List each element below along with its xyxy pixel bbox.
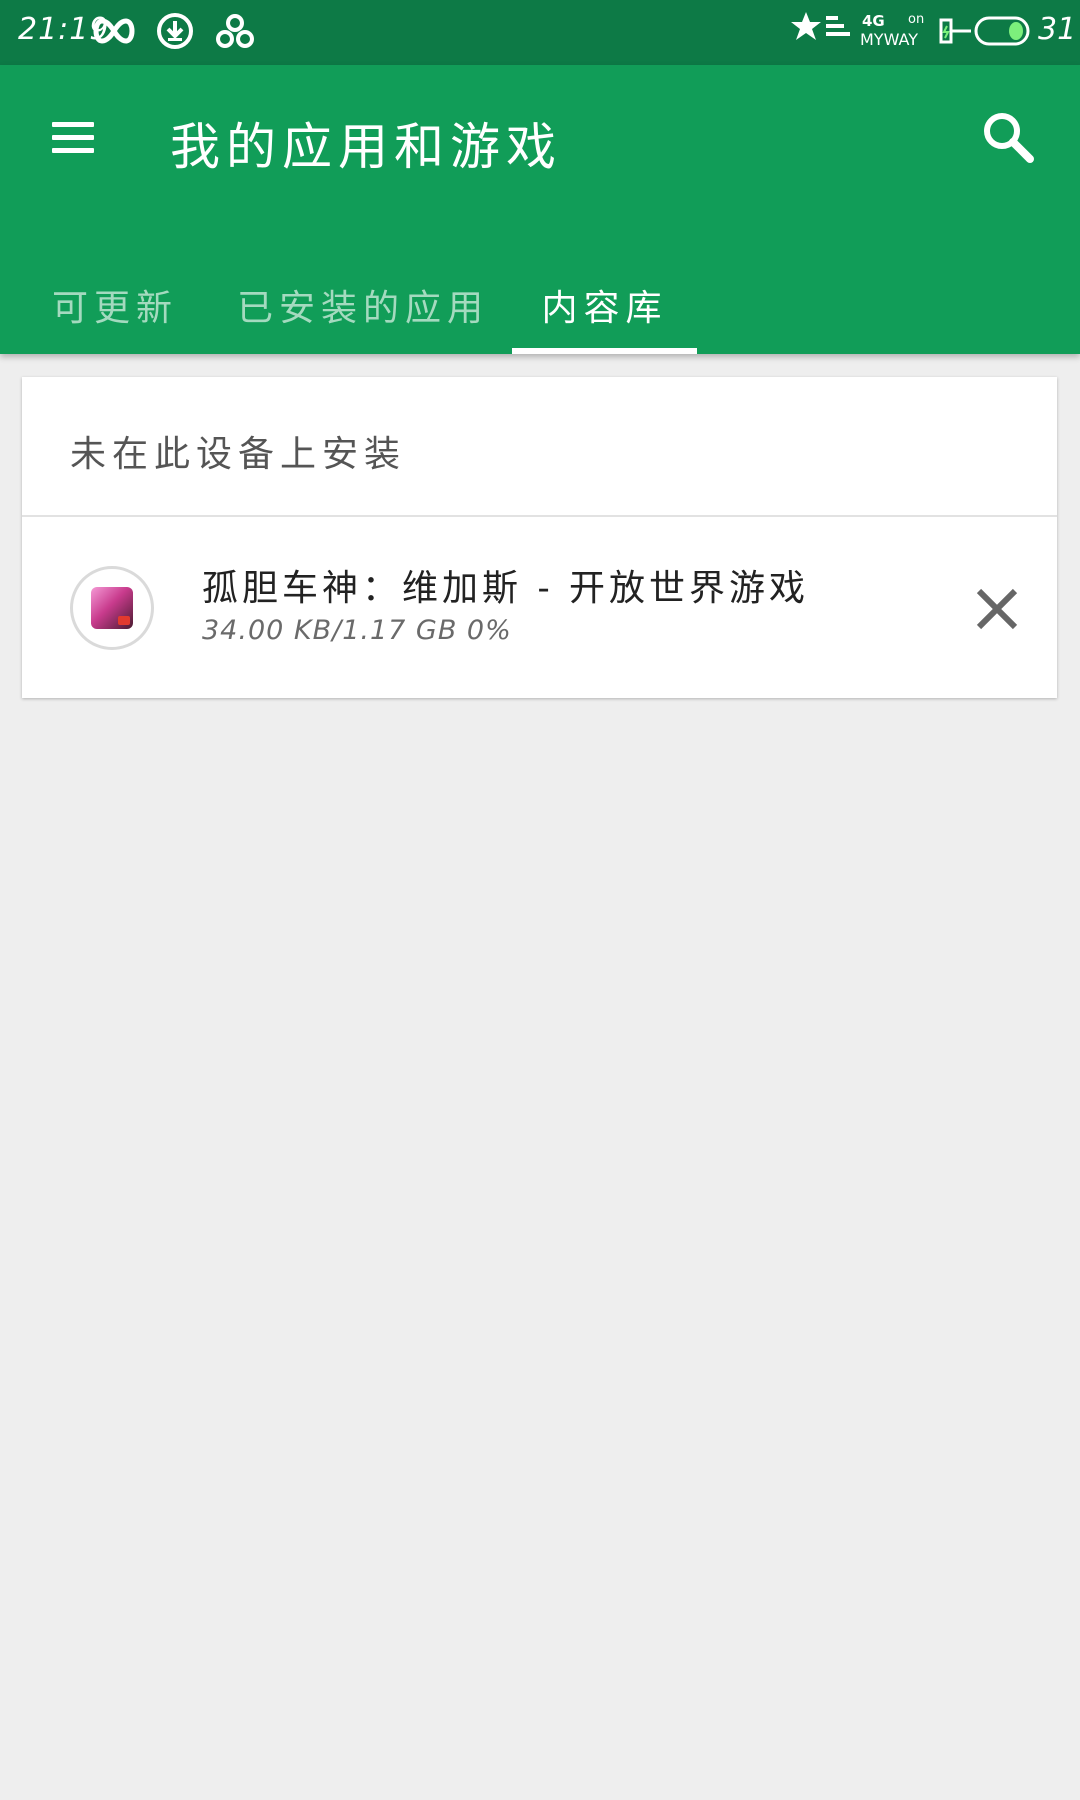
app-bar: 我的应用和游戏 可更新 已安装的应用 内容库 (0, 65, 1080, 354)
status-bar: 21:19 4G MYWAY on 31 (0, 0, 1080, 65)
section-header: 未在此设备上安装 (22, 377, 1057, 517)
app-title: 孤胆车神：维加斯 - 开放世界游戏 (202, 568, 810, 609)
app-notification-icon (215, 12, 255, 50)
download-progress-text: 34.00 KB/1.17 GB 0% (202, 615, 512, 646)
search-icon (984, 113, 1034, 163)
carrier-name: MYWAY (860, 30, 918, 49)
search-button[interactable] (978, 107, 1044, 173)
library-card: 未在此设备上安装 孤胆车神：维加斯 - 开放世界游戏 34.00 KB/1.17… (22, 377, 1057, 698)
tab-label: 已安装的应用 (236, 287, 489, 329)
tab-bar: 可更新 已安装的应用 内容库 (0, 255, 1080, 354)
tab-updates[interactable]: 可更新 (40, 255, 190, 354)
tab-indicator (512, 348, 697, 354)
download-progress-ring (70, 566, 154, 650)
page-title: 我的应用和游戏 (170, 118, 562, 176)
menu-button[interactable] (40, 110, 106, 162)
on-label: on (908, 12, 925, 27)
close-icon (976, 588, 1018, 630)
battery-level: 31 (1038, 12, 1077, 47)
cancel-download-button[interactable] (967, 579, 1027, 639)
app-icon (91, 587, 133, 629)
infinity-icon (90, 14, 138, 48)
network-type: 4G (862, 12, 885, 30)
tab-label: 可更新 (51, 287, 178, 329)
star-signal-icon (790, 10, 850, 46)
tab-installed[interactable]: 已安装的应用 (228, 255, 498, 354)
charging-icon (937, 16, 973, 46)
section-header-text: 未在此设备上安装 (70, 434, 407, 475)
download-icon (156, 12, 194, 50)
tab-label: 内容库 (541, 287, 668, 329)
list-item[interactable]: 孤胆车神：维加斯 - 开放世界游戏 34.00 KB/1.17 GB 0% (22, 519, 1057, 698)
tab-library[interactable]: 内容库 (512, 255, 697, 354)
battery-icon (974, 16, 1030, 46)
